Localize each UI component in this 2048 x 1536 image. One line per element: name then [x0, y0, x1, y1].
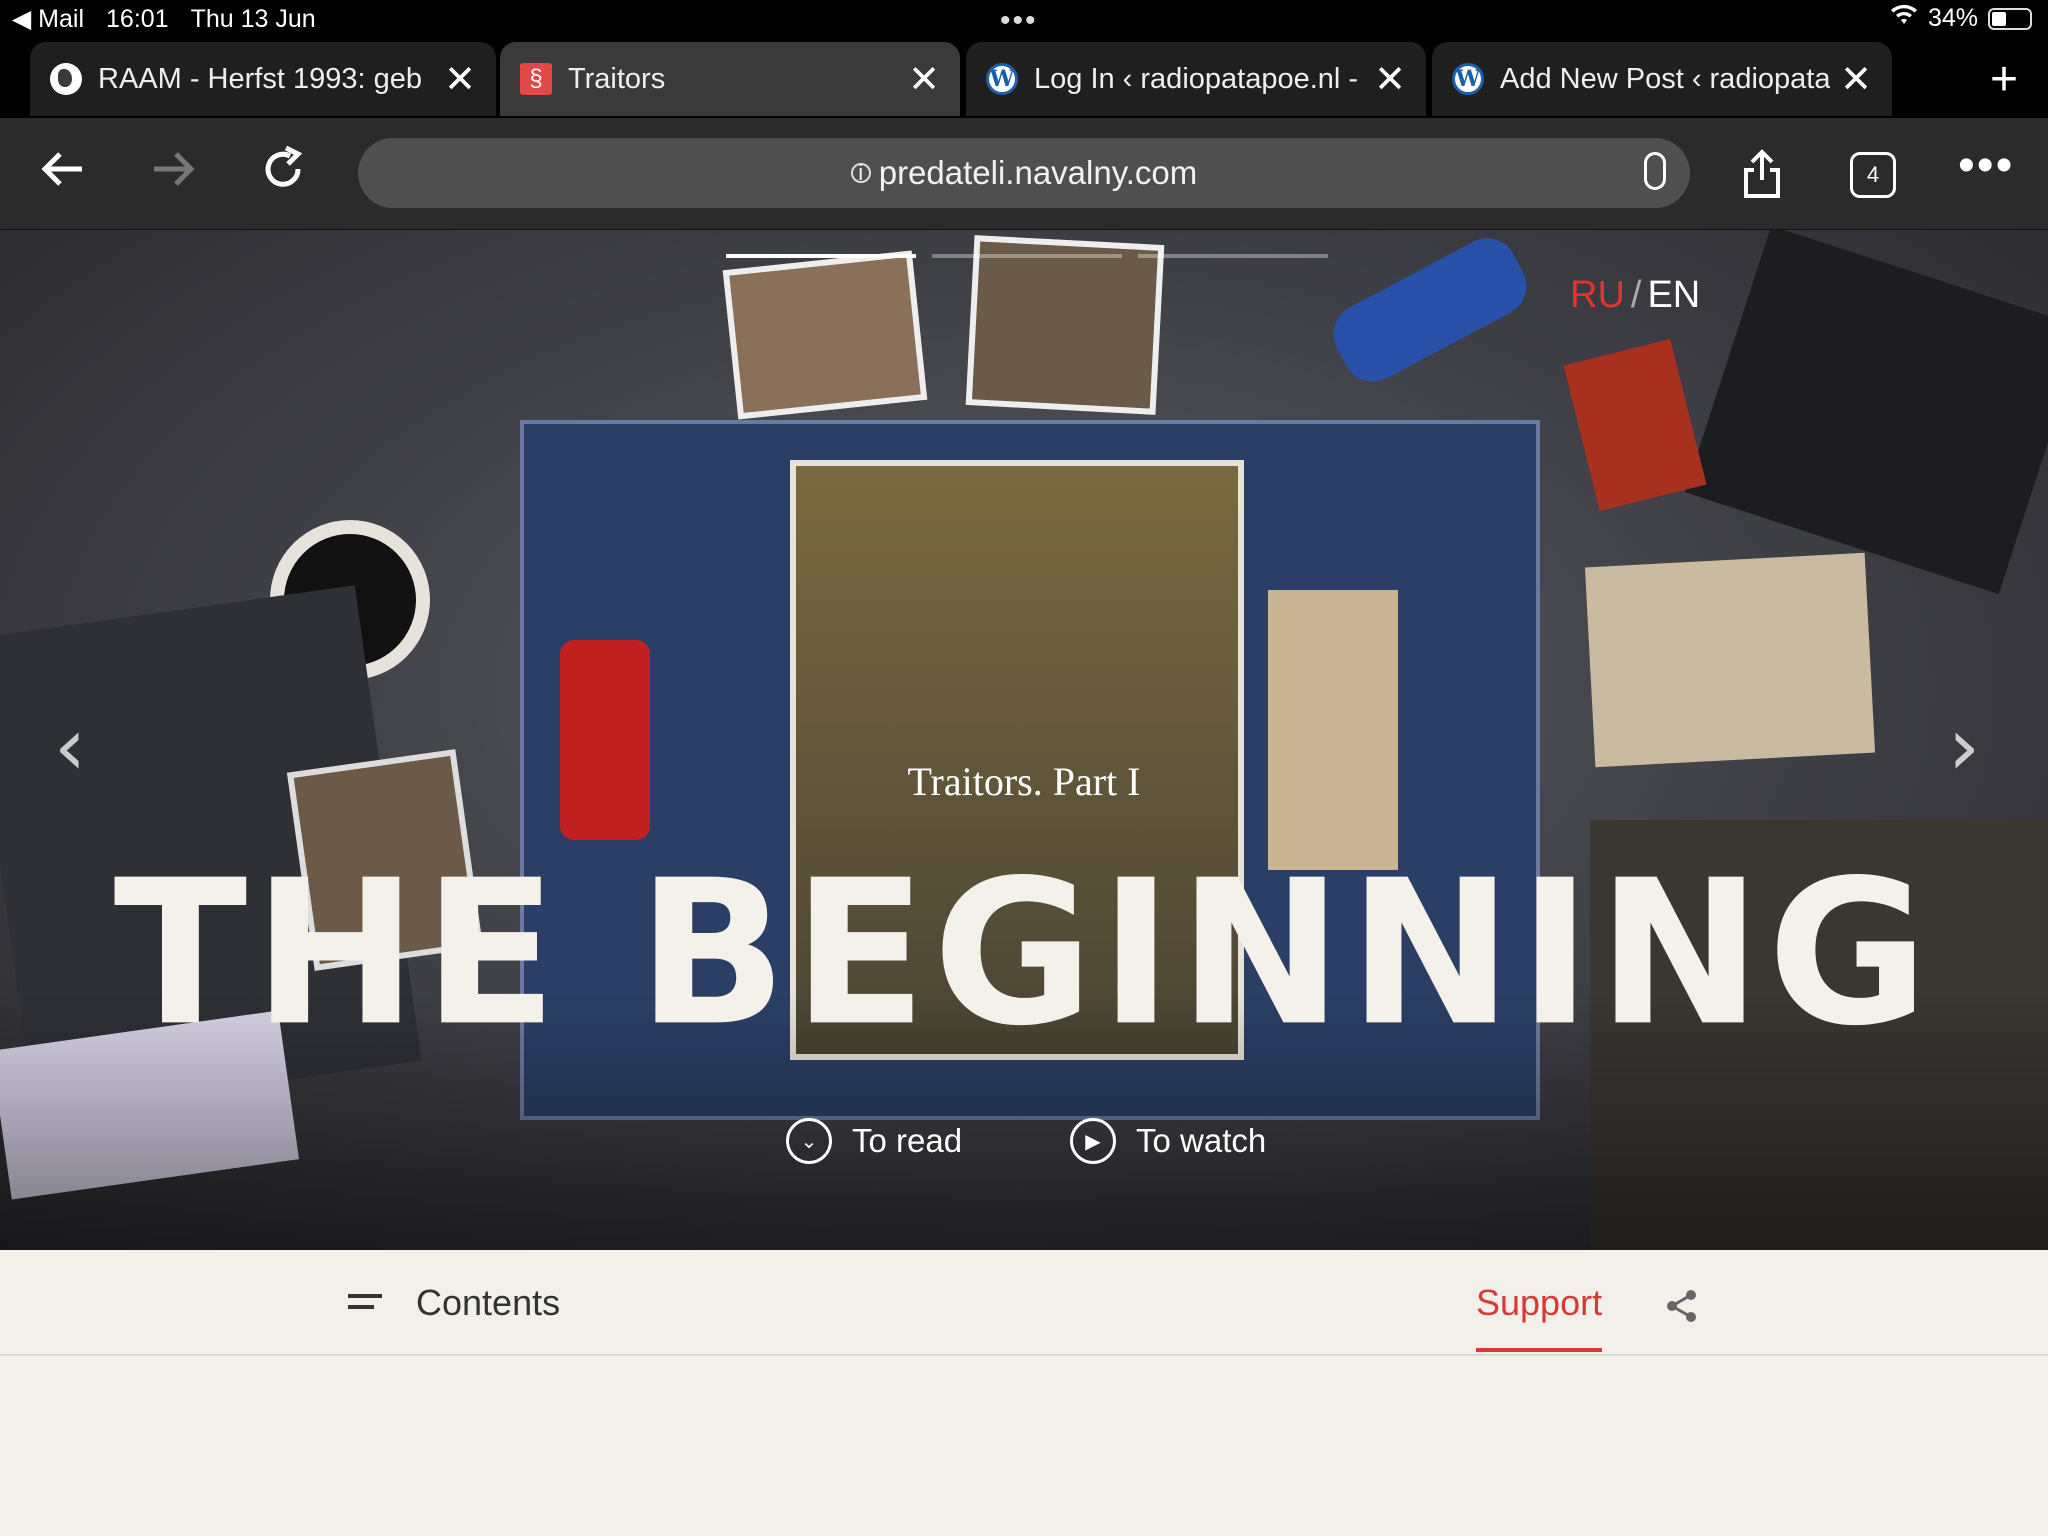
wifi-icon — [1890, 4, 1918, 33]
lang-separator: / — [1630, 274, 1642, 316]
privatization-cheque — [1584, 552, 1876, 768]
more-menu-icon[interactable]: ••• — [1958, 138, 2014, 193]
browser-tab[interactable]: W Log In ‹ radiopatapoe.nl - ✕ — [966, 42, 1426, 116]
photo — [722, 250, 928, 420]
page-content-area — [0, 1356, 2048, 1536]
status-time: 16:01 — [106, 4, 169, 33]
toy-car — [560, 640, 650, 840]
section-icon: § — [520, 63, 552, 95]
to-read-label: To read — [852, 1122, 963, 1159]
tab-title: Add New Post ‹ radiopata — [1500, 62, 1831, 95]
tab-title: RAAM - Herfst 1993: geb — [98, 62, 422, 95]
play-icon: ▶ — [1070, 1118, 1116, 1164]
battery-percent: 34% — [1927, 4, 1978, 32]
contents-link[interactable]: Contents — [416, 1282, 560, 1324]
address-bar[interactable]: i predateli.navalny.com — [358, 138, 1690, 208]
back-to-app-link[interactable]: ◀ Mail — [12, 4, 84, 34]
banknote — [1268, 590, 1398, 870]
hero-headline: THE BEGINNING — [113, 837, 1935, 1071]
slide-indicator[interactable] — [932, 254, 1122, 258]
url-text: predateli.navalny.com — [878, 154, 1198, 191]
toy-car — [1322, 230, 1538, 393]
to-watch-button[interactable]: ▶ To watch — [1070, 1118, 1266, 1164]
site-info-icon[interactable]: i — [850, 160, 871, 185]
close-tab-icon[interactable]: ✕ — [1374, 57, 1406, 102]
new-tab-plus-icon[interactable]: + — [1990, 52, 2018, 107]
hero-banner: RU / EN ‹ › Traitors. Part I THE BEGINNING… — [0, 230, 2048, 1250]
globe-icon — [50, 63, 82, 95]
tab-count-button[interactable]: 4 — [1850, 152, 1896, 198]
slide-indicators — [726, 254, 1328, 258]
back-arrow-icon[interactable] — [38, 144, 88, 206]
share-icon[interactable] — [1742, 148, 1782, 200]
support-link[interactable]: Support — [1476, 1282, 1603, 1352]
close-tab-icon[interactable]: ✕ — [444, 57, 476, 102]
close-tab-icon[interactable]: ✕ — [1840, 57, 1872, 102]
lang-en-link[interactable]: EN — [1647, 274, 1700, 316]
browser-toolbar: i predateli.navalny.com 4 ••• — [0, 118, 2048, 230]
red-booklet — [1563, 338, 1707, 512]
wordpress-icon: W — [986, 63, 1018, 95]
reload-icon[interactable] — [258, 144, 308, 206]
multitasking-dots-icon[interactable]: ••• — [1000, 4, 1038, 38]
close-tab-icon[interactable]: ✕ — [908, 57, 940, 102]
to-read-button[interactable]: ⌄ To read — [786, 1118, 962, 1164]
battery-icon — [1988, 7, 2032, 30]
to-watch-label: To watch — [1136, 1122, 1267, 1159]
microphone-icon[interactable] — [1644, 152, 1666, 190]
tab-title: Log In ‹ radiopatapoe.nl - — [1034, 62, 1359, 95]
share-network-icon[interactable] — [1664, 1288, 1700, 1324]
video-cassette — [1684, 230, 2048, 595]
browser-tab[interactable]: W Add New Post ‹ radiopata ✕ — [1432, 42, 1892, 116]
browser-tab[interactable]: RAAM - Herfst 1993: geb ✕ — [30, 42, 496, 116]
menu-icon[interactable] — [348, 1294, 382, 1316]
wordpress-icon: W — [1452, 63, 1484, 95]
browser-tab-active[interactable]: § Traitors ✕ — [500, 42, 960, 116]
page-subnav: Contents Support — [0, 1250, 2048, 1356]
browser-tab-bar: RAAM - Herfst 1993: geb ✕ § Traitors ✕ W… — [0, 40, 2048, 118]
hero-subtitle: Traitors. Part I — [907, 759, 1141, 804]
photo — [965, 235, 1165, 415]
chevron-down-icon: ⌄ — [786, 1118, 832, 1164]
language-switcher: RU / EN — [1570, 274, 1700, 317]
forward-arrow-icon[interactable] — [148, 144, 198, 206]
slide-indicator[interactable] — [1138, 254, 1328, 258]
status-date: Thu 13 Jun — [190, 4, 316, 33]
tab-title: Traitors — [568, 62, 666, 95]
slide-indicator[interactable] — [726, 254, 916, 258]
lang-ru-link[interactable]: RU — [1570, 274, 1625, 316]
status-bar: ◀ Mail 16:01 Thu 13 Jun ••• 34% — [0, 0, 2048, 40]
